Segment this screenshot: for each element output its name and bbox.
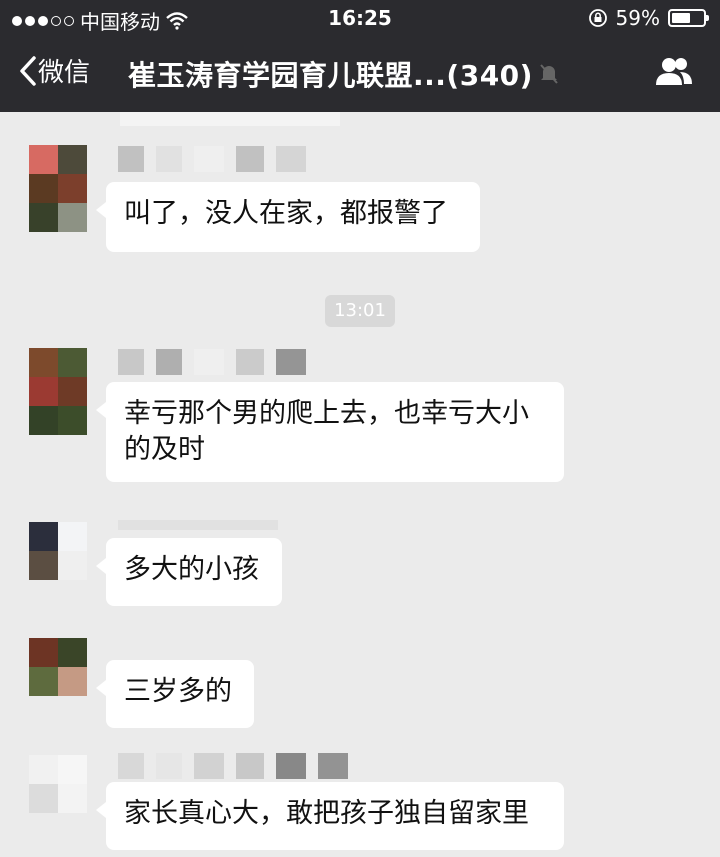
back-label: 微信 bbox=[38, 58, 91, 88]
orientation-lock-icon bbox=[588, 9, 607, 27]
message-text: 家长真心大，敢把孩子独自留家里 bbox=[124, 798, 529, 829]
message-text-line: 的及时 bbox=[124, 434, 205, 466]
message-text: 叫了，没人在家，都报警了 bbox=[124, 198, 448, 229]
sender-name bbox=[118, 146, 306, 174]
message-text-line: 幸亏那个男的爬上去，也幸亏大小 bbox=[124, 398, 529, 429]
message-bubble[interactable]: 幸亏那个男的爬上去，也幸亏大小 的及时 bbox=[96, 382, 564, 482]
chevron-left-icon bbox=[20, 55, 36, 86]
status-right: 59% bbox=[588, 6, 709, 30]
sender-name bbox=[118, 753, 348, 781]
message-bubble[interactable]: 叫了，没人在家，都报警了 bbox=[96, 182, 480, 252]
status-bar: 中国移动 16:25 59% bbox=[0, 0, 720, 36]
nav-bar: 微信 崔玉涛育学园育儿联盟...(340) bbox=[0, 38, 720, 112]
avatar[interactable] bbox=[29, 145, 87, 233]
group-members-button[interactable] bbox=[654, 56, 694, 90]
avatar[interactable] bbox=[29, 755, 87, 813]
time-separator: 13:01 bbox=[325, 295, 395, 327]
battery-percent: 59% bbox=[615, 6, 660, 30]
mute-bell-icon bbox=[540, 64, 558, 84]
sender-name bbox=[118, 520, 278, 530]
top-bar: 中国移动 16:25 59% 微信 崔玉涛育学园育儿联盟...(340) bbox=[0, 0, 720, 112]
message-bubble[interactable]: 三岁多的 bbox=[96, 660, 254, 728]
chat-title-text: 崔玉涛育学园育儿联盟...(340) bbox=[128, 59, 533, 92]
back-button[interactable]: 微信 bbox=[18, 52, 90, 89]
avatar[interactable] bbox=[29, 522, 87, 580]
battery-icon bbox=[668, 9, 709, 27]
chat-title: 崔玉涛育学园育儿联盟...(340) bbox=[128, 54, 559, 94]
message-text: 三岁多的 bbox=[124, 676, 232, 707]
sender-name bbox=[118, 349, 306, 377]
message-bubble[interactable]: 多大的小孩 bbox=[96, 538, 282, 606]
message-text: 多大的小孩 bbox=[124, 554, 259, 585]
message-bubble[interactable]: 家长真心大，敢把孩子独自留家里 bbox=[96, 782, 564, 850]
avatar[interactable] bbox=[29, 348, 87, 436]
avatar[interactable] bbox=[29, 638, 87, 696]
clipped-message bbox=[120, 112, 340, 126]
people-icon bbox=[656, 58, 692, 85]
